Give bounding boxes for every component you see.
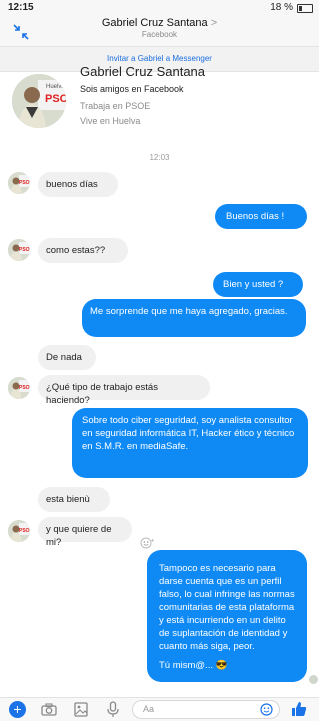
contact-name-header[interactable]: Gabriel Cruz Santana >	[0, 17, 319, 29]
thumbs-up-icon[interactable]	[290, 700, 308, 718]
sender-avatar[interactable]: PSO	[8, 172, 30, 194]
header-subtitle: Facebook	[141, 30, 178, 39]
camera-icon[interactable]	[40, 701, 58, 718]
sender-avatar[interactable]: PSO	[8, 377, 30, 399]
svg-text:PSO: PSO	[19, 528, 30, 534]
add-icon[interactable]: +	[9, 701, 26, 718]
message-thread: 12:03 PSO buenos días Buenos días ! PSO …	[0, 150, 319, 690]
svg-text:+: +	[151, 538, 155, 544]
outgoing-message[interactable]: Buenos días !	[215, 204, 307, 229]
timestamp: 12:03	[149, 153, 170, 162]
outgoing-message[interactable]: Sobre todo ciber seguridad, soy analista…	[72, 408, 308, 478]
friends-status: Sois amigos en Facebook	[80, 84, 184, 94]
incoming-message[interactable]: buenos días	[38, 172, 118, 197]
message-input-placeholder: Aa	[143, 704, 155, 714]
svg-text:Huelva: Huelva	[46, 84, 65, 90]
seen-avatar	[309, 675, 318, 684]
status-bar: 12:15 18 %	[0, 0, 319, 16]
svg-text:PSO: PSO	[45, 93, 66, 105]
incoming-message[interactable]: De nada	[38, 345, 96, 370]
reaction-icon[interactable]: +	[140, 537, 154, 549]
composer-bar: + Aa	[0, 697, 319, 721]
chat-header: Gabriel Cruz Santana > Facebook	[0, 16, 319, 46]
outgoing-message[interactable]: Tampoco es necesario para darse cuenta q…	[147, 550, 307, 682]
message-text-signoff: Tú mism@... 😎	[159, 660, 228, 671]
battery-level: 18 %	[270, 2, 293, 13]
svg-text:PSO: PSO	[19, 247, 30, 253]
work-info: Trabaja en PSOE	[80, 101, 151, 111]
microphone-icon[interactable]	[104, 701, 122, 718]
profile-name: Gabriel Cruz Santana	[80, 64, 206, 79]
svg-text:PSO: PSO	[19, 385, 30, 391]
sender-avatar[interactable]: PSO	[8, 520, 30, 542]
incoming-message[interactable]: como estas??	[38, 238, 128, 263]
message-input[interactable]: Aa	[132, 700, 280, 719]
profile-card: Huelva PSO Gabriel Cruz Santana Sois ami…	[0, 64, 319, 150]
svg-text:PSO: PSO	[19, 180, 30, 186]
message-text: Tampoco es necesario para darse cuenta q…	[159, 563, 295, 652]
incoming-message[interactable]: esta bienù	[38, 487, 110, 512]
outgoing-message[interactable]: Me sorprende que me haya agregado, graci…	[82, 299, 306, 337]
incoming-message[interactable]: ¿Qué tipo de trabajo estás haciendo?	[38, 375, 210, 406]
location-info: Vive en Huelva	[80, 116, 141, 126]
collapse-icon[interactable]	[12, 23, 30, 41]
gallery-icon[interactable]	[72, 701, 90, 718]
emoji-icon[interactable]	[260, 703, 273, 716]
battery-icon	[297, 4, 313, 13]
outgoing-message[interactable]: Bien y usted ?	[213, 272, 303, 297]
sender-avatar[interactable]: PSO	[8, 239, 30, 261]
incoming-message[interactable]: y que quiere de mi?	[38, 517, 132, 548]
profile-avatar[interactable]: Huelva PSO	[12, 74, 66, 128]
status-time: 12:15	[8, 2, 34, 13]
